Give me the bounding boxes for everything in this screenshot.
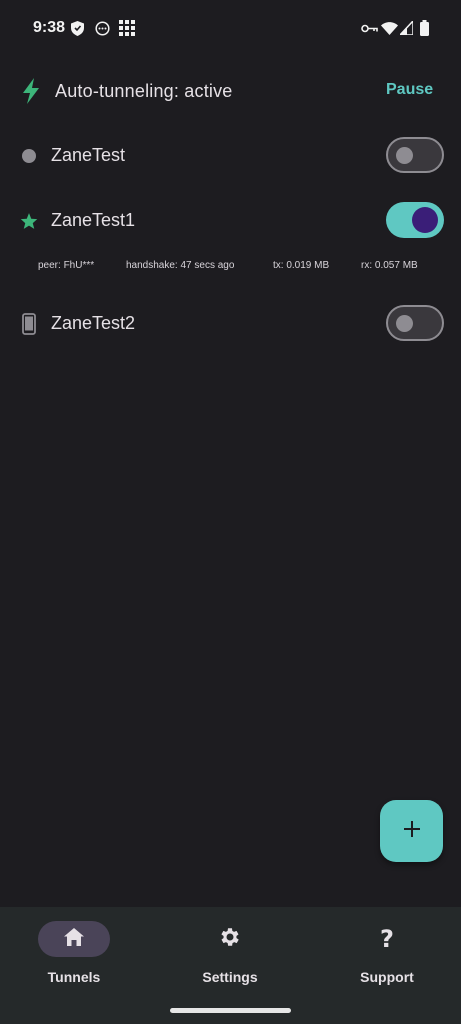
toggle-knob [396, 315, 413, 332]
wifi-icon [380, 19, 398, 37]
nav-item-support[interactable]: ? Support [331, 919, 451, 989]
tunnel-row[interactable]: ZaneTest2 [0, 299, 461, 349]
auto-tunnel-banner: Auto-tunneling: active Pause [0, 72, 461, 112]
home-icon [63, 927, 85, 952]
app-screen: 9:38 Auto-tunneling: active Pause ZaneTe… [0, 0, 461, 1024]
home-indicator[interactable] [170, 1008, 291, 1013]
tunnel-row[interactable]: ZaneTest1 [0, 196, 461, 246]
nav-item-settings[interactable]: Settings [174, 919, 294, 989]
nav-label-support: Support [360, 969, 414, 985]
tunnel-toggle[interactable] [386, 305, 444, 341]
tunnel-name: ZaneTest2 [51, 313, 136, 333]
question-icon: ? [380, 925, 394, 953]
add-tunnel-button[interactable] [380, 800, 443, 862]
star-icon [18, 210, 40, 232]
toggle-knob [396, 147, 413, 164]
status-time: 9:38 [33, 19, 66, 36]
auto-tunnel-status: Auto-tunneling: active [55, 81, 233, 101]
phone-icon [18, 313, 40, 335]
handshake-stat: handshake: 47 secs ago [126, 260, 235, 271]
nav-label-settings: Settings [202, 969, 258, 985]
toggle-knob [412, 207, 438, 233]
dot-icon [18, 145, 40, 167]
tunnel-name: ZaneTest1 [51, 210, 136, 230]
cellular-signal-icon [399, 19, 414, 37]
nav-active-indicator [38, 921, 110, 957]
tx-stat: tx: 0.019 MB [273, 260, 330, 271]
nav-label-tunnels: Tunnels [47, 969, 101, 985]
battery-icon [419, 19, 430, 37]
gear-icon [218, 925, 242, 954]
status-bar: 9:38 [0, 0, 461, 60]
peer-stat: peer: FhU*** [38, 260, 95, 271]
nav-item-tunnels[interactable]: Tunnels [18, 919, 138, 989]
bolt-icon [20, 78, 42, 104]
nav-icon-container: ? [351, 921, 423, 957]
grid-app-icon [118, 19, 135, 37]
vpn-key-icon [360, 19, 378, 37]
bottom-navigation: Tunnels Settings ? Support [0, 907, 461, 1024]
tunnel-stats: peer: FhU*** handshake: 47 secs ago tx: … [0, 258, 461, 276]
vpn-shield-icon [70, 19, 84, 37]
more-circle-icon [94, 19, 110, 37]
plus-icon [403, 820, 421, 843]
rx-stat: rx: 0.057 MB [361, 260, 418, 271]
tunnel-name: ZaneTest [51, 145, 126, 165]
pause-button[interactable]: Pause [386, 81, 433, 99]
tunnel-toggle[interactable] [386, 202, 444, 238]
tunnel-toggle[interactable] [386, 137, 444, 173]
tunnel-row[interactable]: ZaneTest [0, 131, 461, 181]
nav-icon-container [194, 921, 266, 957]
